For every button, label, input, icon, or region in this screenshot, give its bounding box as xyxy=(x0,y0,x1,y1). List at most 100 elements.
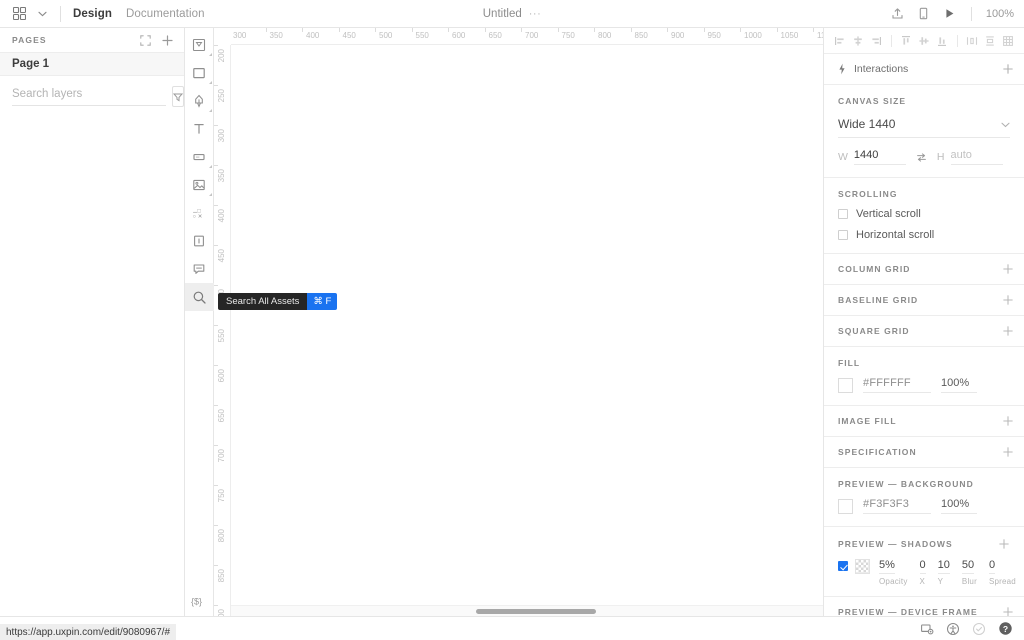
ruler-tick-label: 900 xyxy=(671,31,685,40)
preview-background-swatch[interactable] xyxy=(838,498,853,514)
tool-note[interactable] xyxy=(185,255,214,283)
align-center-horizontal-icon[interactable] xyxy=(850,32,867,49)
tool-form[interactable] xyxy=(185,227,214,255)
zoom-level[interactable]: 100% xyxy=(982,8,1014,20)
tool-pen[interactable] xyxy=(185,87,214,115)
vertical-scroll-checkbox[interactable] xyxy=(838,209,848,219)
column-grid-section[interactable]: COLUMN GRID xyxy=(824,254,1024,285)
play-preview-icon[interactable] xyxy=(937,3,961,25)
ruler-tick-label: 200 xyxy=(217,49,226,63)
bottom-bar: ? https://app.uxpin.com/edit/9080967/# xyxy=(0,616,1024,640)
specification-section[interactable]: SPECIFICATION xyxy=(824,437,1024,468)
plus-icon[interactable] xyxy=(998,538,1010,550)
square-grid-section[interactable]: SQUARE GRID xyxy=(824,316,1024,347)
distribute-grid-icon[interactable] xyxy=(1000,32,1017,49)
chevron-down-icon[interactable] xyxy=(32,3,52,25)
plus-icon[interactable] xyxy=(1002,446,1014,458)
align-right-icon[interactable] xyxy=(868,32,885,49)
preview-background-opacity-input[interactable]: 100% xyxy=(941,498,977,514)
vertical-ruler[interactable]: 2002503003504004505005506006507007508008… xyxy=(214,45,231,616)
shadow-enabled-checkbox[interactable] xyxy=(838,561,848,571)
scrollbar-thumb[interactable] xyxy=(476,609,596,614)
tool-text[interactable] xyxy=(185,115,214,143)
shadow-blur-field[interactable]: 50 Blur xyxy=(961,559,977,586)
tool-button[interactable] xyxy=(185,143,214,171)
canvas-width-input[interactable]: 1440 xyxy=(853,149,906,165)
distribute-horizontal-icon[interactable] xyxy=(964,32,981,49)
fill-color-swatch[interactable] xyxy=(838,377,853,393)
project-title[interactable]: Untitled xyxy=(483,8,522,20)
tab-design[interactable]: Design xyxy=(73,8,112,20)
plus-icon[interactable] xyxy=(1002,63,1014,75)
ruler-tick-mark xyxy=(214,405,218,406)
tool-variables[interactable]: {$} xyxy=(185,586,214,616)
interactions-section[interactable]: Interactions xyxy=(824,54,1024,85)
ruler-tick-label: 750 xyxy=(217,489,226,503)
baseline-grid-section[interactable]: BASELINE GRID xyxy=(824,285,1024,316)
plus-icon[interactable] xyxy=(1002,294,1014,306)
ruler-tick-label: 450 xyxy=(342,31,356,40)
align-bottom-icon[interactable] xyxy=(934,32,951,49)
fill-opacity-input[interactable]: 100% xyxy=(941,377,977,393)
plus-icon[interactable] xyxy=(1002,325,1014,337)
svg-text:{$}: {$} xyxy=(191,596,202,606)
vertical-scroll-option[interactable]: Vertical scroll xyxy=(838,208,1010,220)
search-layers-input[interactable] xyxy=(12,86,166,106)
tool-components[interactable]: ⚊ □ ○ ✕ xyxy=(185,199,214,227)
shadow-x-field[interactable]: 0 X xyxy=(919,559,926,586)
page-list-item[interactable]: Page 1 xyxy=(0,52,184,76)
width-unit-label: W xyxy=(838,151,848,163)
align-middle-vertical-icon[interactable] xyxy=(916,32,933,49)
tool-box[interactable] xyxy=(185,59,214,87)
align-top-icon[interactable] xyxy=(898,32,915,49)
grid-apps-icon[interactable] xyxy=(8,3,30,25)
ruler-tick-mark xyxy=(375,28,376,32)
horizontal-scroll-checkbox[interactable] xyxy=(838,230,848,240)
square-grid-label: SQUARE GRID xyxy=(838,326,910,336)
ruler-tick-label: 800 xyxy=(598,31,612,40)
image-fill-section[interactable]: IMAGE FILL xyxy=(824,406,1024,437)
align-left-icon[interactable] xyxy=(832,32,849,49)
preview-device-frame-label: PREVIEW — DEVICE FRAME xyxy=(838,607,978,616)
ruler-tick-mark xyxy=(302,28,303,32)
canvas-height-input[interactable]: auto xyxy=(950,149,1003,165)
ruler-tick-label: 1100 xyxy=(817,31,823,40)
preview-device-frame-section[interactable]: PREVIEW — DEVICE FRAME xyxy=(824,597,1024,616)
canvas-preset-select[interactable]: Wide 1440 xyxy=(838,115,1010,138)
fill-hex-input[interactable]: #FFFFFF xyxy=(863,377,931,393)
horizontal-ruler[interactable]: 300 350 400 450 500 550 600 650 700 750 800 850 900 9… xyxy=(231,28,823,45)
preview-background-hex-input[interactable]: #F3F3F3 xyxy=(863,498,931,514)
plus-icon[interactable] xyxy=(161,34,174,47)
distribute-vertical-icon[interactable] xyxy=(982,32,999,49)
tool-image[interactable] xyxy=(185,171,214,199)
spec-mode-icon[interactable] xyxy=(916,619,938,639)
plus-icon[interactable] xyxy=(1002,263,1014,275)
ruler-tick-mark xyxy=(667,28,668,32)
project-more-icon[interactable]: ··· xyxy=(529,9,542,20)
topbar-right-divider xyxy=(971,6,972,21)
device-preview-icon[interactable] xyxy=(911,3,935,25)
contrast-check-icon[interactable] xyxy=(968,619,990,639)
shadow-spread-field[interactable]: 0 Spread xyxy=(988,559,1016,586)
canvas-horizontal-scrollbar[interactable] xyxy=(231,605,823,616)
shadow-color-swatch[interactable] xyxy=(855,559,870,574)
expand-icon[interactable] xyxy=(139,34,152,47)
horizontal-scroll-option[interactable]: Horizontal scroll xyxy=(838,229,1010,241)
help-icon[interactable]: ? xyxy=(994,619,1016,639)
plus-icon[interactable] xyxy=(1002,415,1014,427)
filter-icon[interactable] xyxy=(172,86,184,107)
preview-device-frame-header: PREVIEW — DEVICE FRAME xyxy=(824,597,1024,616)
shadow-opacity-field[interactable]: 5% Opacity xyxy=(879,559,908,586)
preview-shadows-label: PREVIEW — SHADOWS xyxy=(838,539,953,549)
shadow-y-field[interactable]: 10 Y xyxy=(937,559,950,586)
plus-icon[interactable] xyxy=(1002,606,1014,616)
artboard-canvas[interactable] xyxy=(231,45,823,616)
accessibility-icon[interactable] xyxy=(942,619,964,639)
tab-documentation[interactable]: Documentation xyxy=(126,8,205,20)
share-icon[interactable] xyxy=(885,3,909,25)
ruler-tick-mark xyxy=(214,365,218,366)
link-dimensions-icon[interactable] xyxy=(916,152,927,163)
tool-search[interactable] xyxy=(184,283,214,311)
ruler-tick-mark xyxy=(214,325,218,326)
tool-artboard[interactable] xyxy=(185,31,214,59)
